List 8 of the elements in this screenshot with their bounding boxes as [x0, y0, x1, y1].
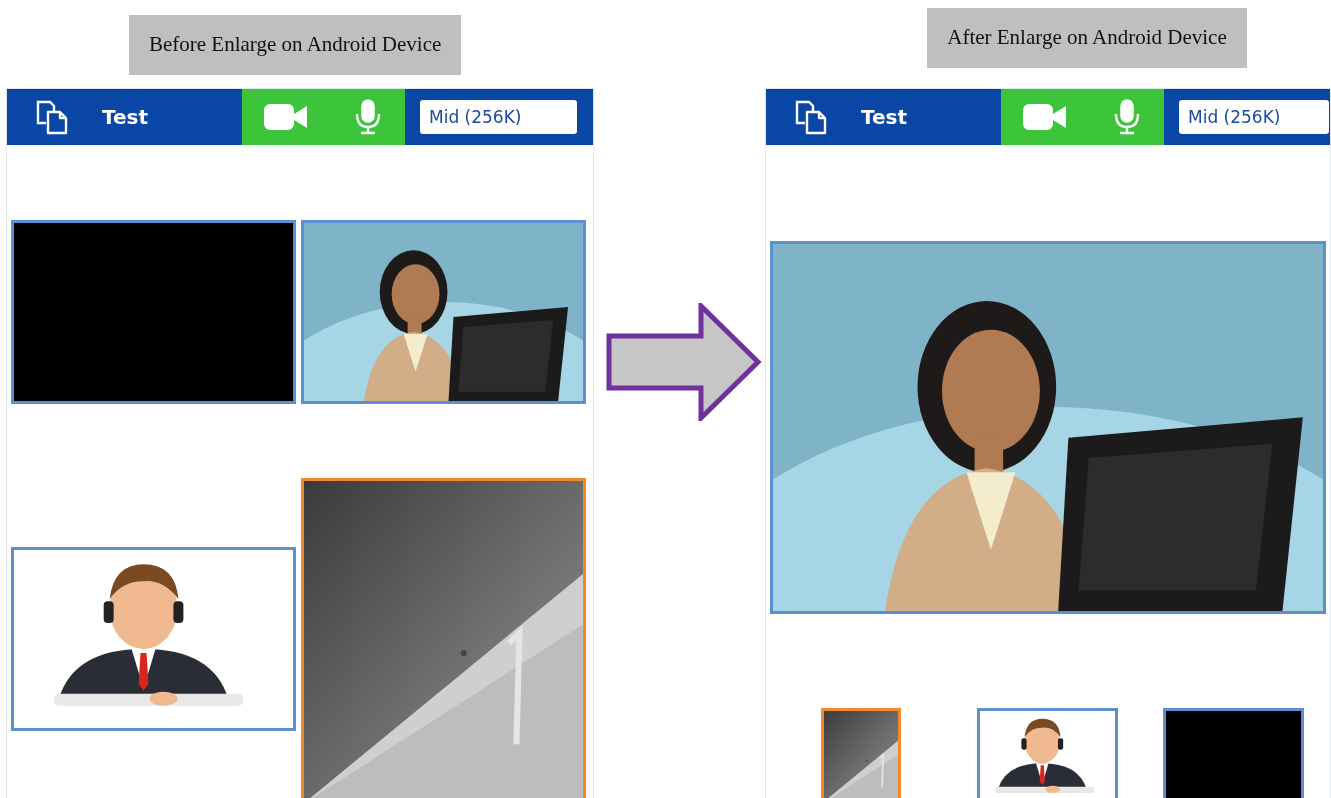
quality-field[interactable]: Mid (256K) — [1179, 99, 1329, 134]
figure-caption: After Enlarge on Android Device — [927, 8, 1247, 68]
screen-title: Test — [861, 103, 908, 131]
screen-title: Test — [102, 103, 149, 131]
quality-field[interactable]: Mid (256K) — [420, 99, 577, 134]
blank-video-tile[interactable] — [11, 219, 296, 404]
blank-video-tile[interactable] — [1163, 707, 1304, 798]
figure-caption: Before Enlarge on Android Device — [129, 15, 462, 75]
